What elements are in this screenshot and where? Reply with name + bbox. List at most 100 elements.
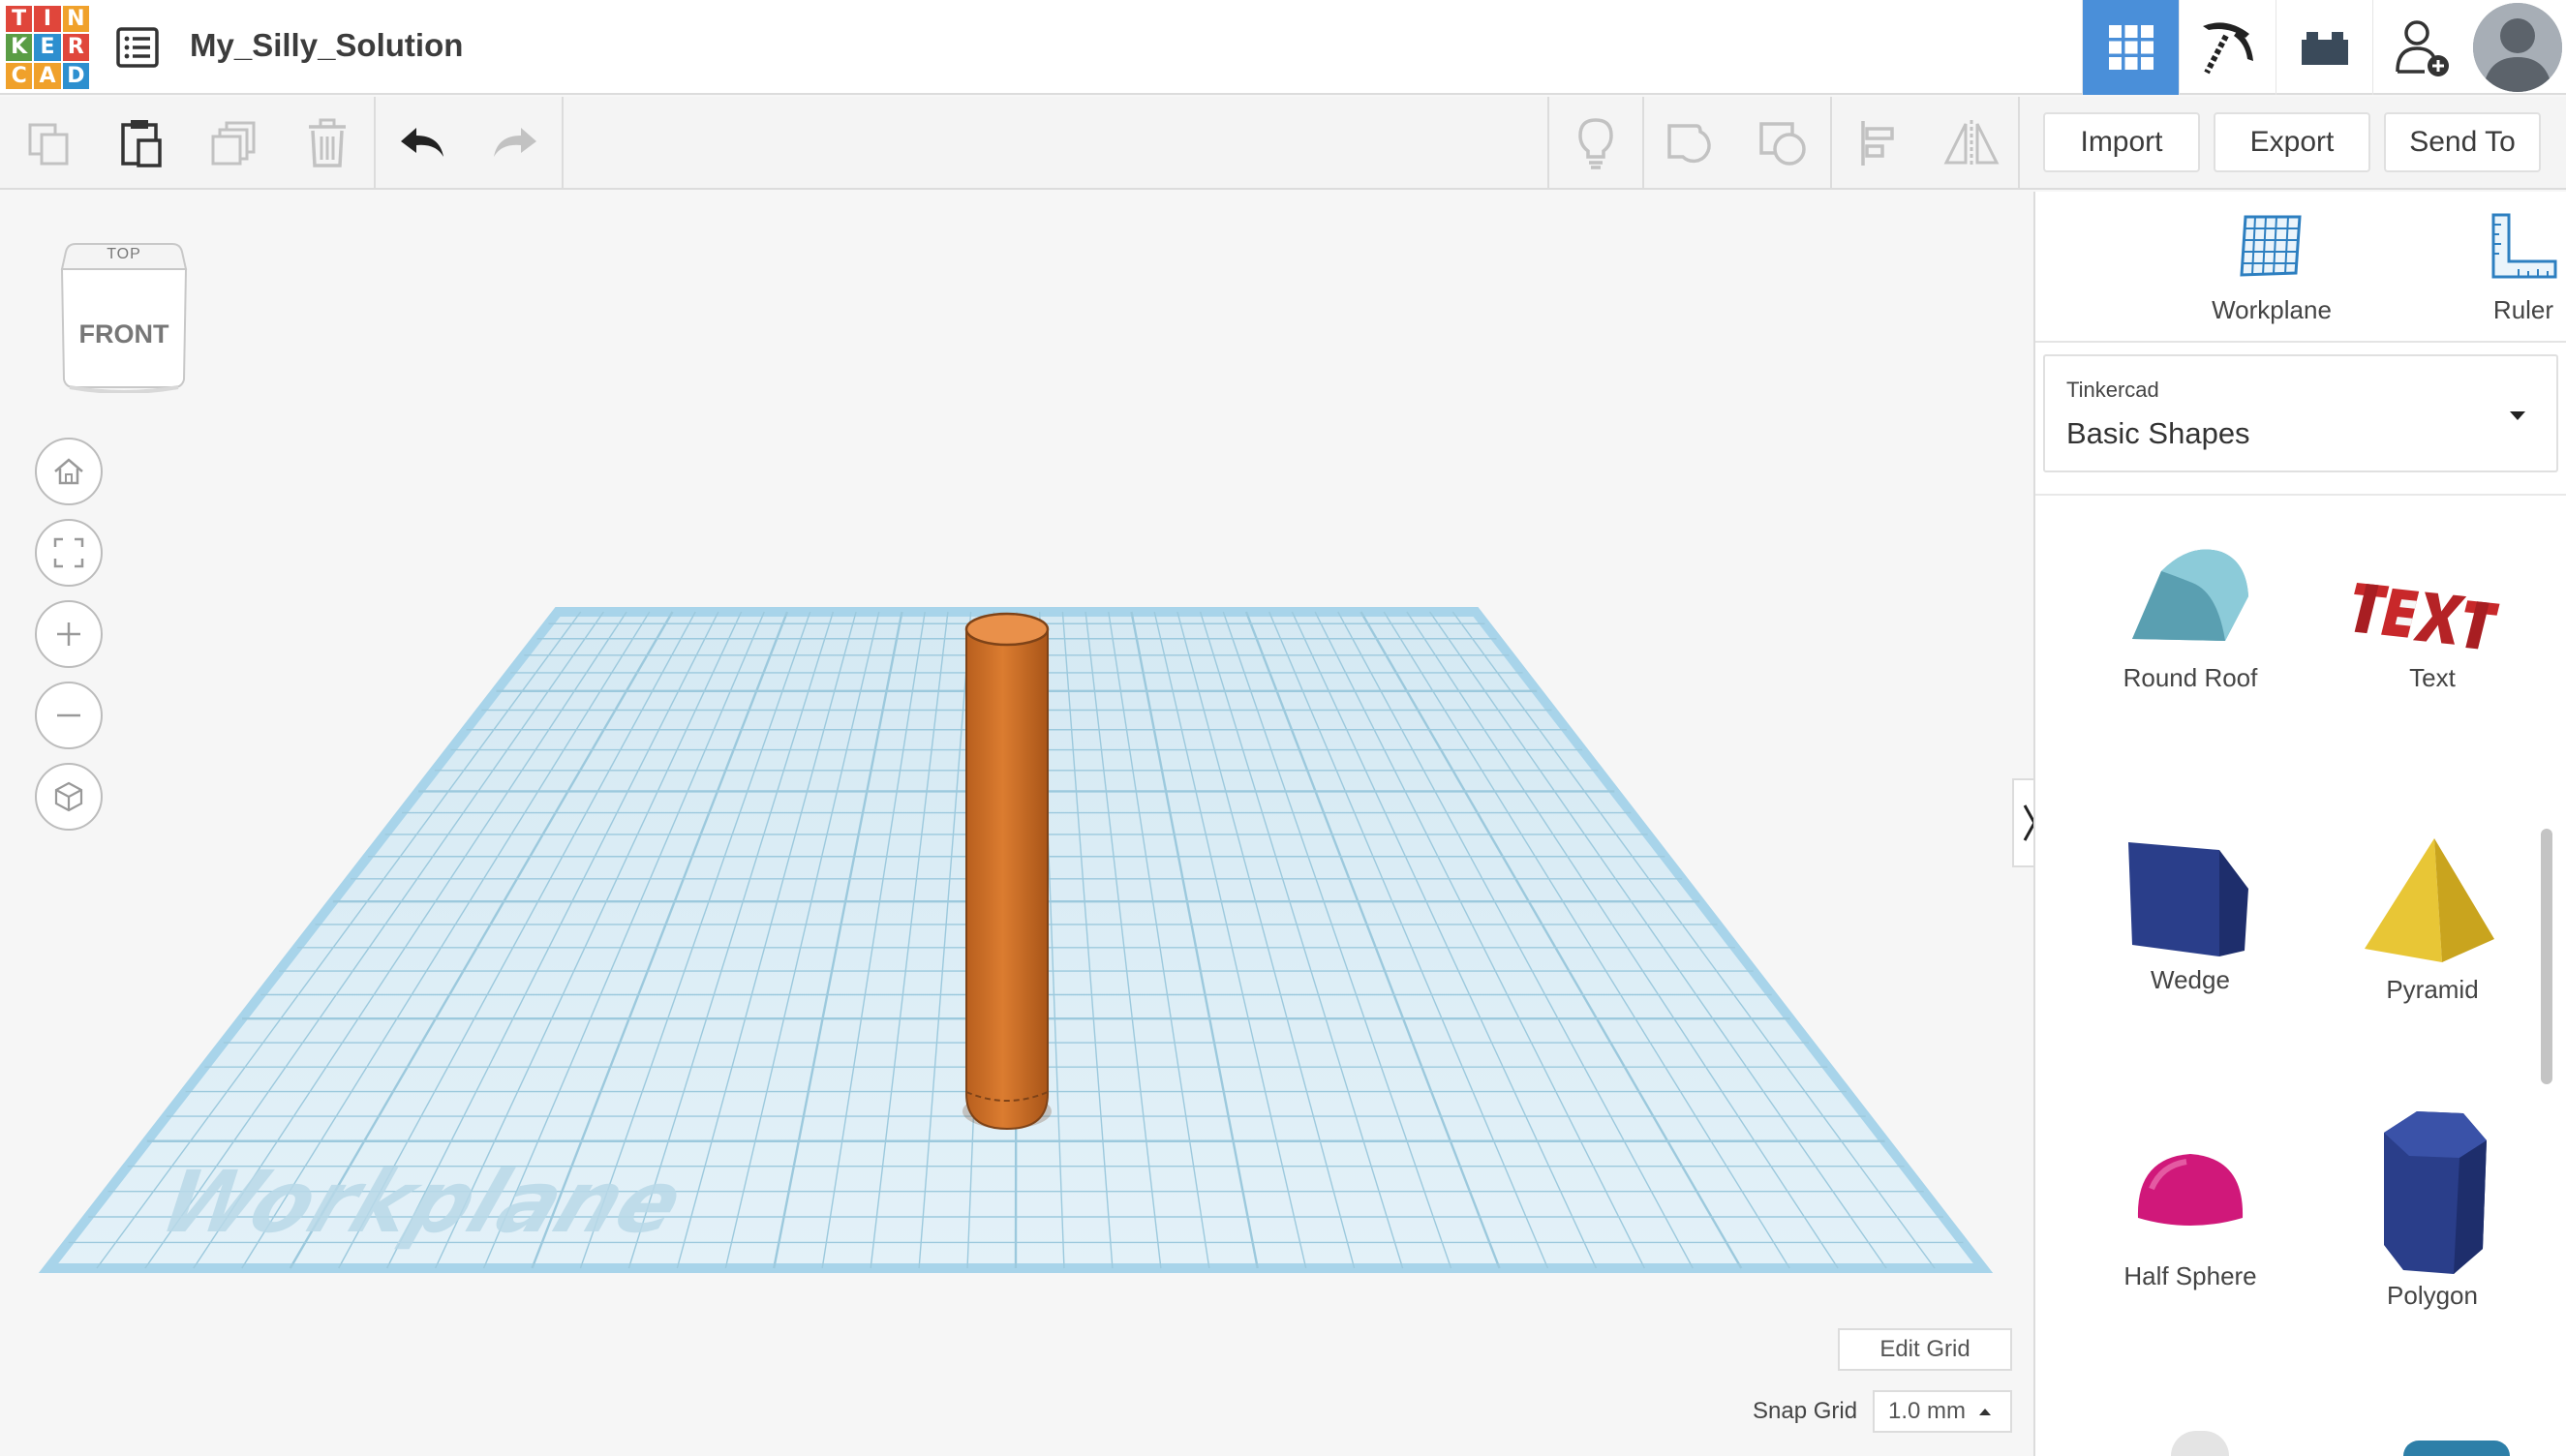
mirror-icon [1943,120,2000,167]
user-avatar[interactable] [2473,3,2562,92]
cube-icon [54,781,83,812]
pyramid-shape-icon [2365,838,2494,962]
group-icon [1667,124,1711,164]
viewcube-top-label[interactable]: TOP [56,246,192,263]
toolbar-separator [2018,97,2020,190]
duplicate-icon [211,121,256,166]
plus-icon [57,622,80,646]
brick-icon [2301,32,2348,65]
shape-round-roof[interactable]: Round Roof [2074,532,2306,693]
panel-divider [2035,494,2566,496]
zoom-in-button[interactable] [35,600,103,668]
ungroup-button[interactable] [1737,97,1830,190]
mirror-button[interactable] [1925,97,2018,190]
notes-button[interactable] [1549,97,1642,190]
shape-label: Half Sphere [2123,1261,2257,1290]
redo-button[interactable] [469,97,562,190]
tinkercad-logo[interactable]: T I N K E R C A D [6,6,89,89]
logo-letter: N [62,6,89,33]
grid-icon [2108,25,2154,70]
shape-tools-group [1547,97,2020,190]
export-button[interactable]: Export [2214,112,2370,172]
shape-label: Text [2409,663,2456,692]
3d-viewport[interactable]: Workplane TOP FRONT Edit Grid Snap Grid … [0,192,2045,1456]
logo-letter: D [62,62,89,89]
fit-view-button[interactable] [35,519,103,587]
undo-button[interactable] [376,97,469,190]
shape-partial[interactable] [2403,1441,2510,1456]
wedge-shape-icon [2128,842,2248,956]
trash-icon [309,118,346,167]
shape-label: Wedge [2151,965,2230,994]
add-user-icon [2395,20,2449,76]
3d-design-view-button[interactable] [2082,0,2179,95]
logo-letter: R [62,34,89,61]
copy-button[interactable] [2,97,95,190]
top-bar: T I N K E R C A D My_Silly_Solution [0,0,2566,95]
library-vendor-label: Tinkercad [2066,378,2159,402]
blocks-view-button[interactable] [2179,0,2276,95]
home-icon [54,458,83,485]
ruler-icon [2491,213,2557,279]
workplane-tool-label: Workplane [2212,295,2332,324]
shape-half-sphere[interactable]: Half Sphere [2074,1111,2306,1291]
panel-divider [2035,341,2566,343]
paste-button[interactable] [95,97,188,190]
shape-pyramid[interactable]: Pyramid [2316,834,2549,1005]
copy-icon [28,123,69,166]
align-button[interactable] [1832,97,1925,190]
zoom-out-button[interactable] [35,682,103,749]
shape-label: Pyramid [2386,975,2479,1004]
caret-up-icon [1979,1409,1991,1415]
lightbulb-icon [1578,118,1613,169]
list-icon [116,27,159,68]
shape-label: Polygon [2387,1281,2478,1310]
shape-label: Round Roof [2123,663,2258,692]
shape-wedge[interactable]: Wedge [2074,834,2306,995]
logo-letter: K [6,34,33,61]
duplicate-button[interactable] [188,97,281,190]
logo-letter: E [34,34,61,61]
edit-tools-group [2,97,564,190]
view-cube[interactable]: TOP FRONT [56,238,192,398]
document-title[interactable]: My_Silly_Solution [190,27,463,64]
edit-grid-button[interactable]: Edit Grid [1838,1328,2012,1371]
fit-to-view-icon [53,537,84,568]
workplane-icon [2240,215,2302,277]
snap-grid-value: 1.0 mm [1888,1398,1967,1424]
viewcube-front-label[interactable]: FRONT [56,319,192,349]
delete-button[interactable] [281,97,374,190]
redo-icon [494,128,536,157]
perspective-toggle-button[interactable] [35,763,103,831]
snap-grid-select[interactable]: 1.0 mm [1873,1390,2012,1433]
ungroup-icon [1759,122,1806,166]
workplane-canvas[interactable]: Workplane [0,192,2033,1456]
group-button[interactable] [1644,97,1737,190]
shape-partial[interactable] [2171,1431,2229,1456]
import-button[interactable]: Import [2043,112,2200,172]
panel-scrollbar[interactable] [2541,829,2552,1084]
half-sphere-shape-icon [2137,1154,2244,1226]
caret-down-icon [2510,411,2525,420]
workplane-tool-button[interactable]: Workplane [2194,211,2349,325]
undo-icon [401,128,443,157]
send-to-button[interactable]: Send To [2384,112,2541,172]
invite-user-button[interactable] [2372,0,2469,95]
edit-toolbar: Import Export Send To [0,97,2566,190]
cylinder-shape[interactable] [962,612,1052,1131]
shape-library-dropdown[interactable]: Tinkercad Basic Shapes [2043,354,2558,472]
profile-icon [2473,3,2562,92]
design-list-button[interactable] [114,25,161,70]
ruler-tool-button[interactable]: Ruler [2446,211,2566,325]
shape-polygon[interactable]: Polygon [2316,1111,2549,1311]
minus-icon [57,713,80,717]
home-view-button[interactable] [35,438,103,505]
logo-letter: I [34,6,61,33]
round-roof-shape-icon [2132,549,2248,641]
logo-letter: A [34,62,61,89]
bricks-view-button[interactable] [2276,0,2372,95]
shape-text[interactable]: Text [2316,532,2549,693]
ruler-tool-label: Ruler [2492,295,2554,324]
polygon-shape-icon [2384,1111,2487,1274]
logo-letter: C [6,62,33,89]
